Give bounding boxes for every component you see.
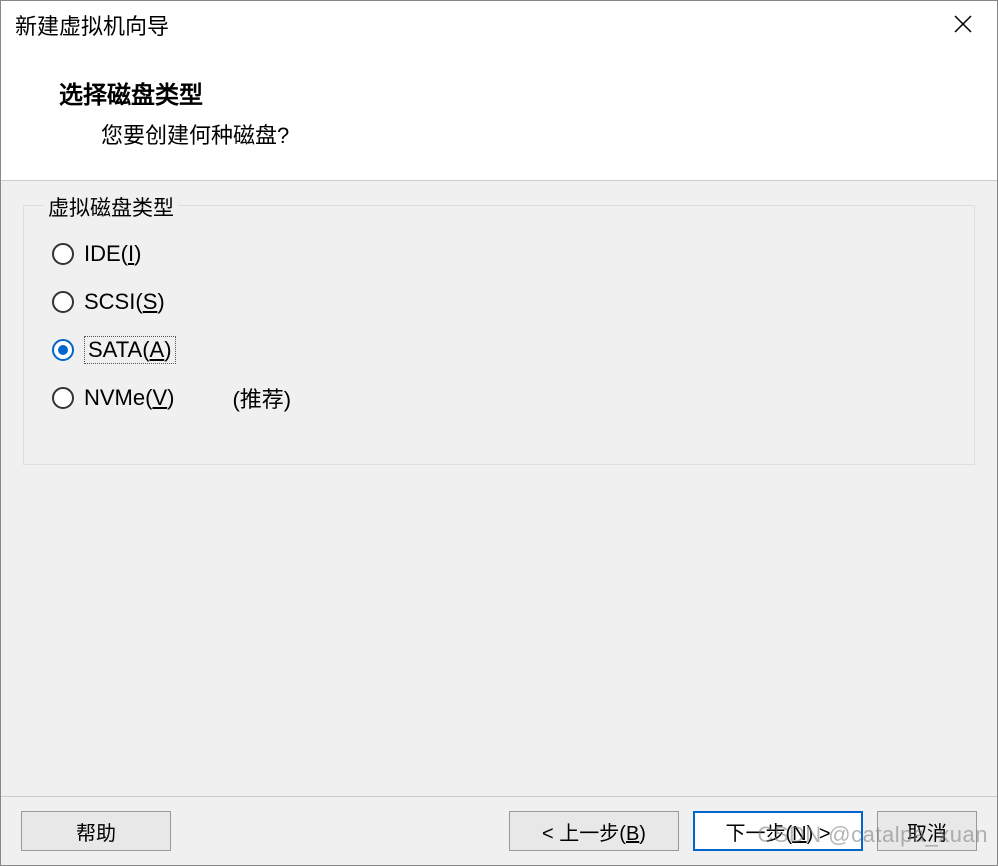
radio-label: IDE(I) — [84, 241, 141, 267]
close-icon[interactable] — [943, 8, 983, 42]
radio-option-ide[interactable]: IDE(I) — [52, 240, 954, 268]
footer: 帮助 < 上一步(B) 下一步(N) > 取消 — [1, 796, 997, 865]
radio-icon — [52, 291, 74, 313]
radio-icon — [52, 339, 74, 361]
wizard-window: 新建虚拟机向导 选择磁盘类型 您要创建何种磁盘? 虚拟磁盘类型 IDE(I) — [0, 0, 998, 866]
radio-label: SATA(A) — [84, 336, 176, 364]
radio-list: IDE(I) SCSI(S) SATA(A) — [44, 236, 954, 412]
title-bar: 新建虚拟机向导 — [1, 1, 997, 49]
radio-option-sata[interactable]: SATA(A) — [52, 336, 954, 364]
cancel-button[interactable]: 取消 — [877, 811, 977, 851]
header-section: 选择磁盘类型 您要创建何种磁盘? — [1, 49, 997, 180]
content-area: 虚拟磁盘类型 IDE(I) SCSI(S) — [1, 181, 997, 796]
back-button[interactable]: < 上一步(B) — [509, 811, 679, 851]
radio-icon — [52, 243, 74, 265]
radio-icon — [52, 387, 74, 409]
radio-label: SCSI(S) — [84, 289, 165, 315]
radio-option-nvme[interactable]: NVMe(V) (推荐) — [52, 384, 954, 412]
radio-option-scsi[interactable]: SCSI(S) — [52, 288, 954, 316]
page-subtitle: 您要创建何种磁盘? — [59, 118, 957, 150]
help-button[interactable]: 帮助 — [21, 811, 171, 851]
radio-label: NVMe(V) — [84, 385, 174, 411]
page-title: 选择磁盘类型 — [59, 75, 957, 110]
next-button[interactable]: 下一步(N) > — [693, 811, 863, 851]
radio-hint: (推荐) — [232, 382, 291, 414]
group-legend: 虚拟磁盘类型 — [44, 192, 178, 222]
disk-type-group: 虚拟磁盘类型 IDE(I) SCSI(S) — [23, 205, 975, 465]
window-title: 新建虚拟机向导 — [15, 9, 169, 41]
